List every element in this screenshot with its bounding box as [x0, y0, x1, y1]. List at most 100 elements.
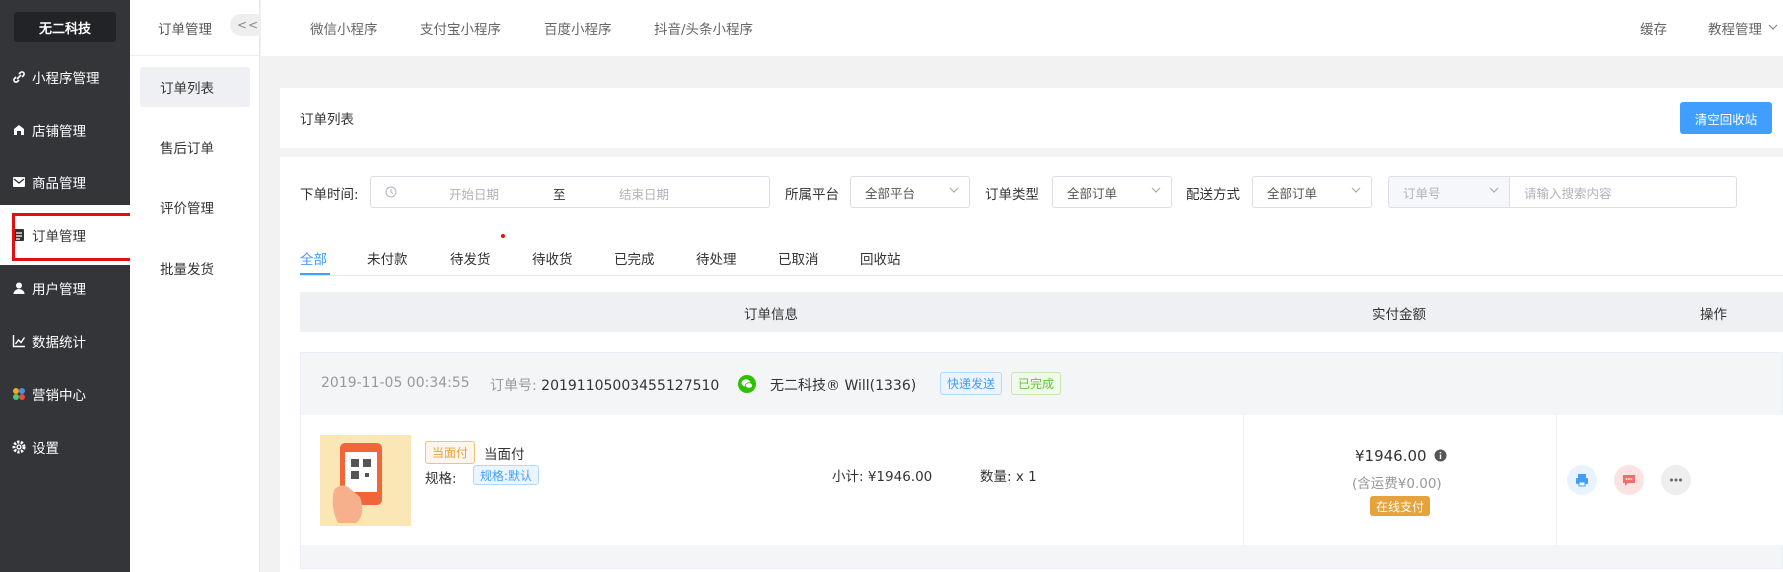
- spec-label: 规格:: [425, 471, 457, 487]
- list-icon: [12, 228, 26, 242]
- chevron-down-icon: [1768, 20, 1778, 36]
- order-number: 订单号: 20191105003455127510: [490, 375, 719, 395]
- tab-wechat[interactable]: 微信小程序: [310, 0, 378, 56]
- buyer-name[interactable]: 无二科技® Will(1336): [770, 375, 916, 395]
- tab-douyin[interactable]: 抖音/头条小程序: [654, 0, 753, 56]
- date-range-picker[interactable]: 开始日期 至 结束日期: [370, 176, 770, 208]
- column-divider: [1243, 415, 1244, 545]
- order-type-select[interactable]: 全部订单: [1052, 176, 1172, 208]
- nav-item-settings[interactable]: 设置: [0, 417, 130, 477]
- subtotal: 小计: ¥1946.00: [832, 469, 933, 485]
- search-input[interactable]: 请输入搜索内容: [1509, 176, 1737, 208]
- info-icon[interactable]: [1434, 448, 1447, 466]
- column-divider: [1556, 415, 1557, 545]
- status-tab-all[interactable]: 全部: [300, 248, 327, 268]
- line-chart-icon: [12, 334, 26, 348]
- column-amount: 实付金额: [1372, 307, 1426, 323]
- more-button[interactable]: [1661, 465, 1691, 495]
- paid-amount: ¥1946.00: [1355, 447, 1447, 466]
- status-badge: 已完成: [1011, 372, 1062, 395]
- app-logo[interactable]: 无二科技: [14, 12, 116, 42]
- user-icon: [12, 281, 26, 295]
- product-name[interactable]: 当面付: [484, 443, 525, 463]
- status-tab-to-receive[interactable]: 待收货: [532, 248, 573, 268]
- payment-method-badge: 在线支付: [1370, 496, 1431, 516]
- status-tab-cancelled[interactable]: 已取消: [778, 248, 819, 268]
- start-date-input[interactable]: 开始日期: [449, 184, 499, 203]
- chevron-down-icon: [1489, 187, 1499, 193]
- tab-alipay[interactable]: 支付宝小程序: [420, 0, 501, 56]
- platform-label: 所属平台: [785, 187, 839, 203]
- nav-item-goods[interactable]: 商品管理: [0, 152, 130, 212]
- status-tab-recycle[interactable]: 回收站: [860, 248, 901, 268]
- message-button[interactable]: [1614, 465, 1644, 495]
- chevron-down-icon: [1151, 187, 1161, 193]
- print-button[interactable]: [1567, 465, 1597, 495]
- notification-dot: [501, 234, 505, 238]
- order-time-label: 下单时间:: [300, 187, 359, 203]
- sub-item-order-list[interactable]: 订单列表: [140, 67, 250, 107]
- nav-item-label: 小程序管理: [32, 71, 100, 87]
- spec-tag: 规格:默认: [473, 465, 540, 485]
- page-title: 订单列表: [280, 88, 1783, 148]
- table-header: [300, 292, 1783, 332]
- delivery-tag: 快递发送: [940, 372, 1003, 395]
- search-placeholder: 请输入搜索内容: [1524, 185, 1612, 201]
- nav-item-marketing[interactable]: 营销中心: [0, 364, 130, 424]
- nav-item-orders[interactable]: 订单管理: [0, 205, 151, 265]
- nav-item-users[interactable]: 用户管理: [0, 258, 130, 318]
- nav-item-label: 店铺管理: [32, 124, 86, 140]
- clear-recycle-button[interactable]: 清空回收站: [1680, 102, 1772, 134]
- platform-value: 全部平台: [865, 185, 916, 201]
- search-field-select[interactable]: 订单号: [1388, 176, 1510, 208]
- status-tab-to-ship[interactable]: 待发货: [450, 248, 491, 268]
- tutorial-label: 教程管理: [1708, 22, 1762, 38]
- main-nav: 无二科技 小程序管理 店铺管理 商品管理 订单管理 用户管理 数据统计 营销中心…: [0, 0, 151, 572]
- delivery-value: 全部订单: [1267, 185, 1318, 201]
- status-tab-unpaid[interactable]: 未付款: [367, 248, 408, 268]
- wechat-icon: [738, 375, 756, 393]
- nav-item-label: 设置: [32, 441, 59, 457]
- clock-icon: [385, 186, 397, 198]
- gear-icon: [12, 440, 26, 454]
- more-dots-icon: [1670, 478, 1682, 482]
- shipping-fee: (含运费¥0.00): [1352, 476, 1442, 492]
- nav-item-store[interactable]: 店铺管理: [0, 100, 130, 160]
- printer-icon: [1576, 474, 1588, 487]
- active-tab-indicator: [300, 273, 330, 275]
- cache-link[interactable]: 缓存: [1640, 0, 1667, 56]
- end-date-input[interactable]: 结束日期: [619, 184, 669, 203]
- nav-item-label: 订单管理: [32, 229, 86, 245]
- chevron-down-icon: [949, 187, 959, 193]
- order-type-value: 全部订单: [1067, 185, 1118, 201]
- sub-item-reviews[interactable]: 评价管理: [140, 187, 250, 227]
- product-thumbnail[interactable]: [320, 435, 411, 526]
- status-tab-completed[interactable]: 已完成: [614, 248, 655, 268]
- tutorial-menu[interactable]: 教程管理: [1708, 0, 1778, 56]
- platform-select[interactable]: 全部平台: [850, 176, 970, 208]
- delivery-label: 配送方式: [1186, 187, 1240, 203]
- order-time: 2019-11-05 00:34:55: [321, 375, 470, 391]
- nav-item-label: 商品管理: [32, 176, 86, 192]
- mail-box-icon: [12, 175, 26, 189]
- nav-item-label: 用户管理: [32, 282, 86, 298]
- column-ops: 操作: [1700, 307, 1727, 323]
- sub-item-batch-ship[interactable]: 批量发货: [140, 248, 250, 288]
- sub-nav: 订单管理 << 订单列表 售后订单 评价管理 批量发货: [130, 0, 266, 572]
- sub-item-aftersale[interactable]: 售后订单: [140, 127, 250, 167]
- column-order-info: 订单信息: [744, 307, 798, 323]
- quantity: 数量: x 1: [980, 469, 1037, 485]
- search-field-value: 订单号: [1403, 185, 1441, 201]
- status-tab-pending[interactable]: 待处理: [696, 248, 737, 268]
- nav-item-miniprogram[interactable]: 小程序管理: [0, 47, 130, 107]
- order-no-label: 订单号:: [490, 378, 537, 394]
- link-icon: [12, 70, 26, 84]
- nav-item-stats[interactable]: 数据统计: [0, 311, 130, 371]
- store-icon: [12, 123, 26, 137]
- puzzle-icon: [12, 387, 26, 401]
- tab-baidu[interactable]: 百度小程序: [544, 0, 612, 56]
- delivery-select[interactable]: 全部订单: [1252, 176, 1372, 208]
- range-separator: 至: [553, 187, 566, 202]
- order-no-value: 20191105003455127510: [541, 378, 720, 394]
- nav-item-label: 数据统计: [32, 335, 86, 351]
